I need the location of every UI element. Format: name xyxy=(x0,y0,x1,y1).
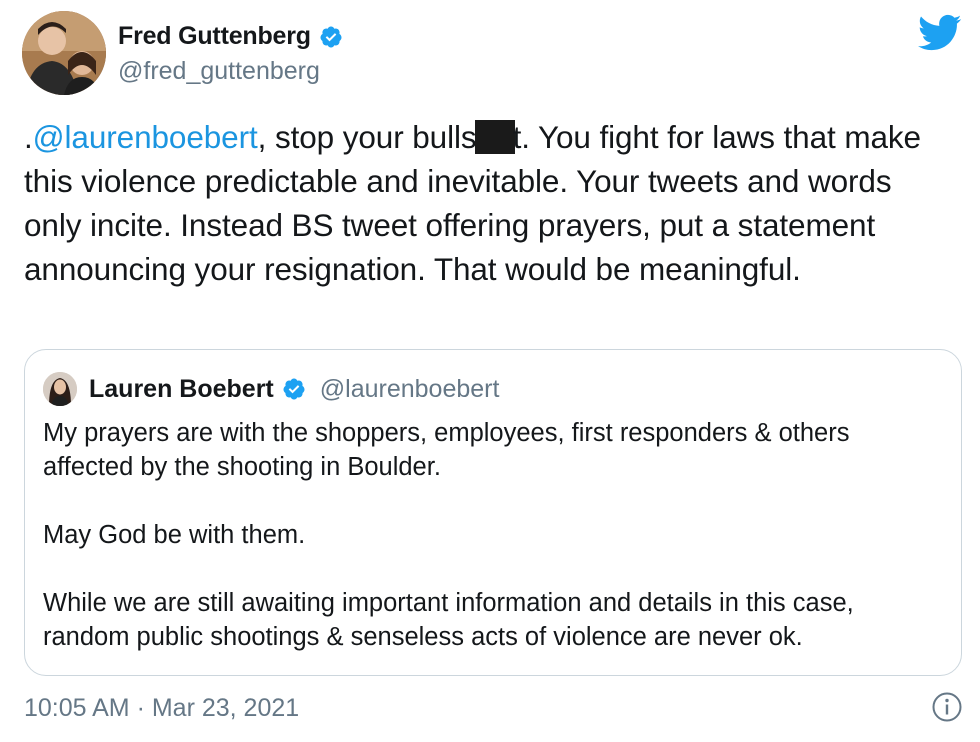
tweet-body: .@laurenboebert, stop your bulls t. You f… xyxy=(24,115,954,291)
twitter-bird-icon[interactable] xyxy=(918,14,962,52)
quoted-avatar-photo xyxy=(43,372,77,406)
author-name-row: Fred Guttenberg xyxy=(118,22,343,51)
verified-badge-icon xyxy=(320,26,342,47)
mention-link[interactable]: @laurenboebert xyxy=(33,119,258,155)
tweet-text-part1: , stop your bulls xyxy=(257,119,477,155)
quoted-tweet[interactable]: Lauren Boebert @laurenboebert My prayers… xyxy=(24,349,962,676)
tweet-prefix: . xyxy=(24,119,33,155)
quoted-paragraph: May God be with them. xyxy=(43,521,306,549)
verified-badge-icon xyxy=(283,378,305,400)
info-icon[interactable] xyxy=(931,691,963,723)
tweet-card: Fred Guttenberg @fred_guttenberg .@laure… xyxy=(0,0,980,742)
quoted-avatar[interactable] xyxy=(43,372,77,406)
quoted-author-name[interactable]: Lauren Boebert xyxy=(89,375,274,404)
author-name[interactable]: Fred Guttenberg xyxy=(118,22,311,51)
quoted-body: My prayers are with the shoppers, employ… xyxy=(43,416,943,654)
author-handle[interactable]: @fred_guttenberg xyxy=(118,57,320,86)
quoted-header: Lauren Boebert @laurenboebert xyxy=(43,372,499,406)
quoted-author-handle[interactable]: @laurenboebert xyxy=(320,375,500,404)
avatar-photo xyxy=(22,11,106,95)
author-avatar[interactable] xyxy=(22,11,106,95)
quoted-paragraph: While we are still awaiting important in… xyxy=(43,589,854,651)
quoted-paragraph: My prayers are with the shoppers, employ… xyxy=(43,419,850,481)
redaction-box xyxy=(474,120,515,154)
tweet-timestamp[interactable]: 10:05 AM · Mar 23, 2021 xyxy=(24,694,299,723)
